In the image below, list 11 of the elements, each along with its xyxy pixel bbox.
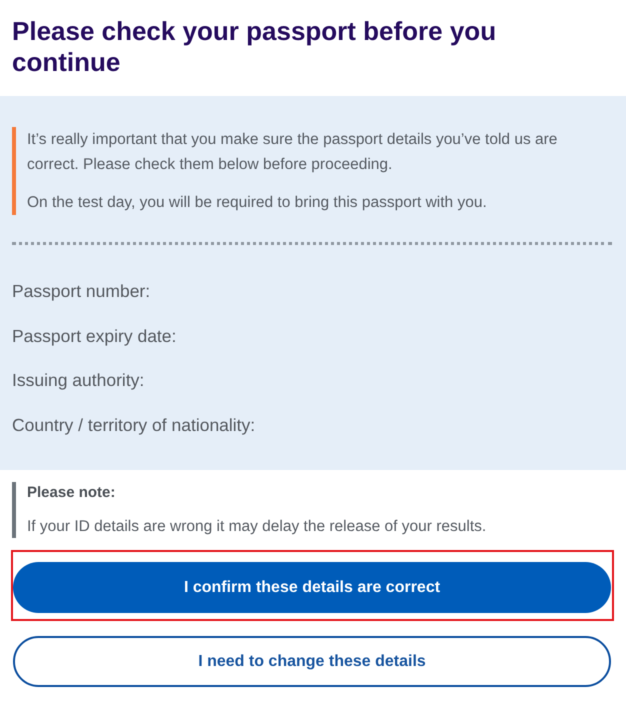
note-heading: Please note: xyxy=(27,483,116,503)
page-title: Please check your passport before you continue xyxy=(11,15,498,79)
field-label: Country / territory of nationality: xyxy=(12,414,256,437)
notice-text: On the test day, you will be required to bring this passport with you. xyxy=(27,193,488,213)
change-button[interactable]: I need to change these details xyxy=(13,636,611,687)
field-label: Passport expiry date: xyxy=(12,324,178,348)
field-label: Passport number: xyxy=(12,280,152,303)
confirm-button[interactable]: I confirm these details are correct xyxy=(13,562,611,613)
field-label: Issuing authority: xyxy=(12,369,146,392)
note-text: If your ID details are wrong it may delay the release of your results. xyxy=(27,517,488,537)
notice-text: It’s really important that you make sure the passport details you’ve told us are correct. Please check them below before proceeding. xyxy=(27,130,558,175)
